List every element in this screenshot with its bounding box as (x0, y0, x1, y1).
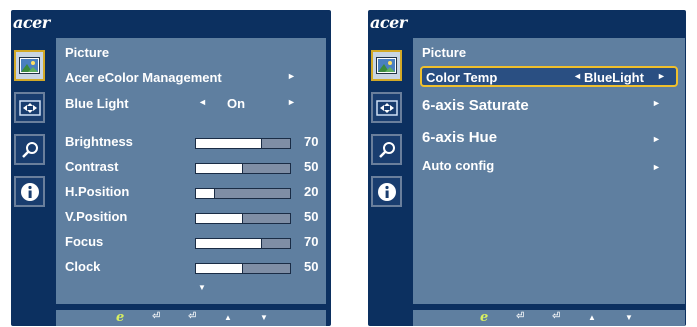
slider-value: 70 (304, 134, 319, 149)
scroll-down-icon[interactable]: ▼ (198, 283, 206, 292)
menu-item-6axis-hue[interactable]: 6-axis Hue ► (422, 127, 679, 147)
color-temp-label: Color Temp (426, 70, 498, 85)
picture-icon (19, 57, 40, 74)
info-menu-button[interactable] (371, 176, 402, 207)
slider-label: V.Position (65, 209, 128, 224)
slider-bar[interactable] (195, 163, 291, 174)
e-key-icon[interactable]: e (480, 310, 488, 325)
left-arrow-icon[interactable]: ◄ (198, 97, 207, 107)
left-arrow-icon[interactable]: ◄ (573, 71, 582, 81)
slider-label: Contrast (65, 159, 119, 174)
menu-item-color-temp[interactable]: Color Temp ◄ BlueLight ► (422, 68, 679, 88)
scroll-down[interactable]: ▼ (65, 280, 320, 300)
position-icon (18, 99, 41, 116)
right-arrow-icon[interactable]: ► (657, 71, 666, 81)
slider-value: 50 (304, 209, 319, 224)
down-arrow-icon[interactable]: ▼ (625, 313, 633, 322)
footer-bar: e ⏎ ⏎ ▲ ▼ (56, 310, 326, 326)
input-icon[interactable]: ⏎ (552, 311, 560, 322)
slider-value: 20 (304, 184, 319, 199)
menu-panel: Picture Color Temp ◄ BlueLight ► 6-axis … (413, 38, 685, 304)
slider-bar[interactable] (195, 213, 291, 224)
osd-window-left: acer Picture Acer eColor Management ► Bl… (11, 10, 331, 326)
osd-window-right: acer Picture Color Temp ◄ BlueLight ► 6-… (368, 10, 686, 326)
6axis-hue-label: 6-axis Hue (422, 129, 498, 146)
picture-menu-button[interactable] (14, 50, 45, 81)
slider-row[interactable]: Clock 50 (65, 257, 320, 277)
position-menu-button[interactable] (14, 92, 45, 123)
settings-icon (378, 141, 395, 158)
slider-row[interactable]: Focus 70 (65, 232, 320, 252)
slider-bar[interactable] (195, 238, 291, 249)
slider-fill (196, 189, 215, 198)
acer-logo: acer (370, 13, 407, 32)
slider-fill (196, 164, 243, 173)
up-arrow-icon[interactable]: ▲ (224, 313, 232, 322)
slider-label: Focus (65, 234, 104, 249)
e-key-icon[interactable]: e (116, 310, 124, 325)
slider-value: 50 (304, 159, 319, 174)
menu-item-bluelight[interactable]: Blue Light ◄ On ► (65, 94, 320, 114)
slider-bar[interactable] (195, 188, 291, 199)
slider-row[interactable]: Brightness 70 (65, 132, 320, 152)
submenu-arrow-icon[interactable]: ► (652, 134, 661, 144)
down-arrow-icon[interactable]: ▼ (260, 313, 268, 322)
input-icon[interactable]: ⏎ (188, 311, 196, 322)
settings-icon (21, 141, 38, 158)
position-icon (375, 99, 398, 116)
settings-menu-button[interactable] (14, 134, 45, 165)
settings-menu-button[interactable] (371, 134, 402, 165)
slider-label: Clock (65, 259, 101, 274)
position-menu-button[interactable] (371, 92, 402, 123)
slider-fill (196, 214, 243, 223)
picture-menu-button[interactable] (371, 50, 402, 81)
submenu-arrow-icon[interactable]: ► (287, 71, 296, 81)
menu-item-6axis-saturate[interactable]: 6-axis Saturate ► (422, 95, 679, 115)
picture-icon (376, 57, 397, 74)
info-icon (377, 182, 396, 201)
6axis-saturate-label: 6-axis Saturate (422, 97, 529, 114)
menu-panel: Picture Acer eColor Management ► Blue Li… (56, 38, 326, 304)
bluelight-label: Blue Light (65, 96, 129, 111)
slider-fill (196, 239, 262, 248)
slider-fill (196, 264, 243, 273)
up-arrow-icon[interactable]: ▲ (588, 313, 596, 322)
slider-row[interactable]: V.Position 50 (65, 207, 320, 227)
slider-label: H.Position (65, 184, 130, 199)
input-icon[interactable]: ⏎ (152, 311, 160, 322)
bluelight-value: On (227, 96, 246, 111)
auto-config-label: Auto config (422, 158, 495, 173)
slider-fill (196, 139, 262, 148)
footer-bar: e ⏎ ⏎ ▲ ▼ (413, 310, 685, 326)
input-icon[interactable]: ⏎ (516, 311, 524, 322)
info-icon (20, 182, 39, 201)
slider-bar[interactable] (195, 263, 291, 274)
menu-item-ecolor[interactable]: Acer eColor Management ► (65, 68, 320, 88)
menu-title: Picture (65, 45, 110, 60)
slider-row[interactable]: Contrast 50 (65, 157, 320, 177)
slider-value: 70 (304, 234, 319, 249)
submenu-arrow-icon[interactable]: ► (652, 162, 661, 172)
slider-bar[interactable] (195, 138, 291, 149)
menu-item-auto-config[interactable]: Auto config ► (422, 156, 679, 176)
acer-logo: acer (13, 13, 50, 32)
slider-row[interactable]: H.Position 20 (65, 182, 320, 202)
menu-title: Picture (422, 45, 467, 60)
color-temp-value: BlueLight (584, 70, 644, 85)
right-arrow-icon[interactable]: ► (287, 97, 296, 107)
slider-value: 50 (304, 259, 319, 274)
ecolor-label: Acer eColor Management (65, 70, 222, 85)
slider-label: Brightness (65, 134, 133, 149)
info-menu-button[interactable] (14, 176, 45, 207)
submenu-arrow-icon[interactable]: ► (652, 98, 661, 108)
